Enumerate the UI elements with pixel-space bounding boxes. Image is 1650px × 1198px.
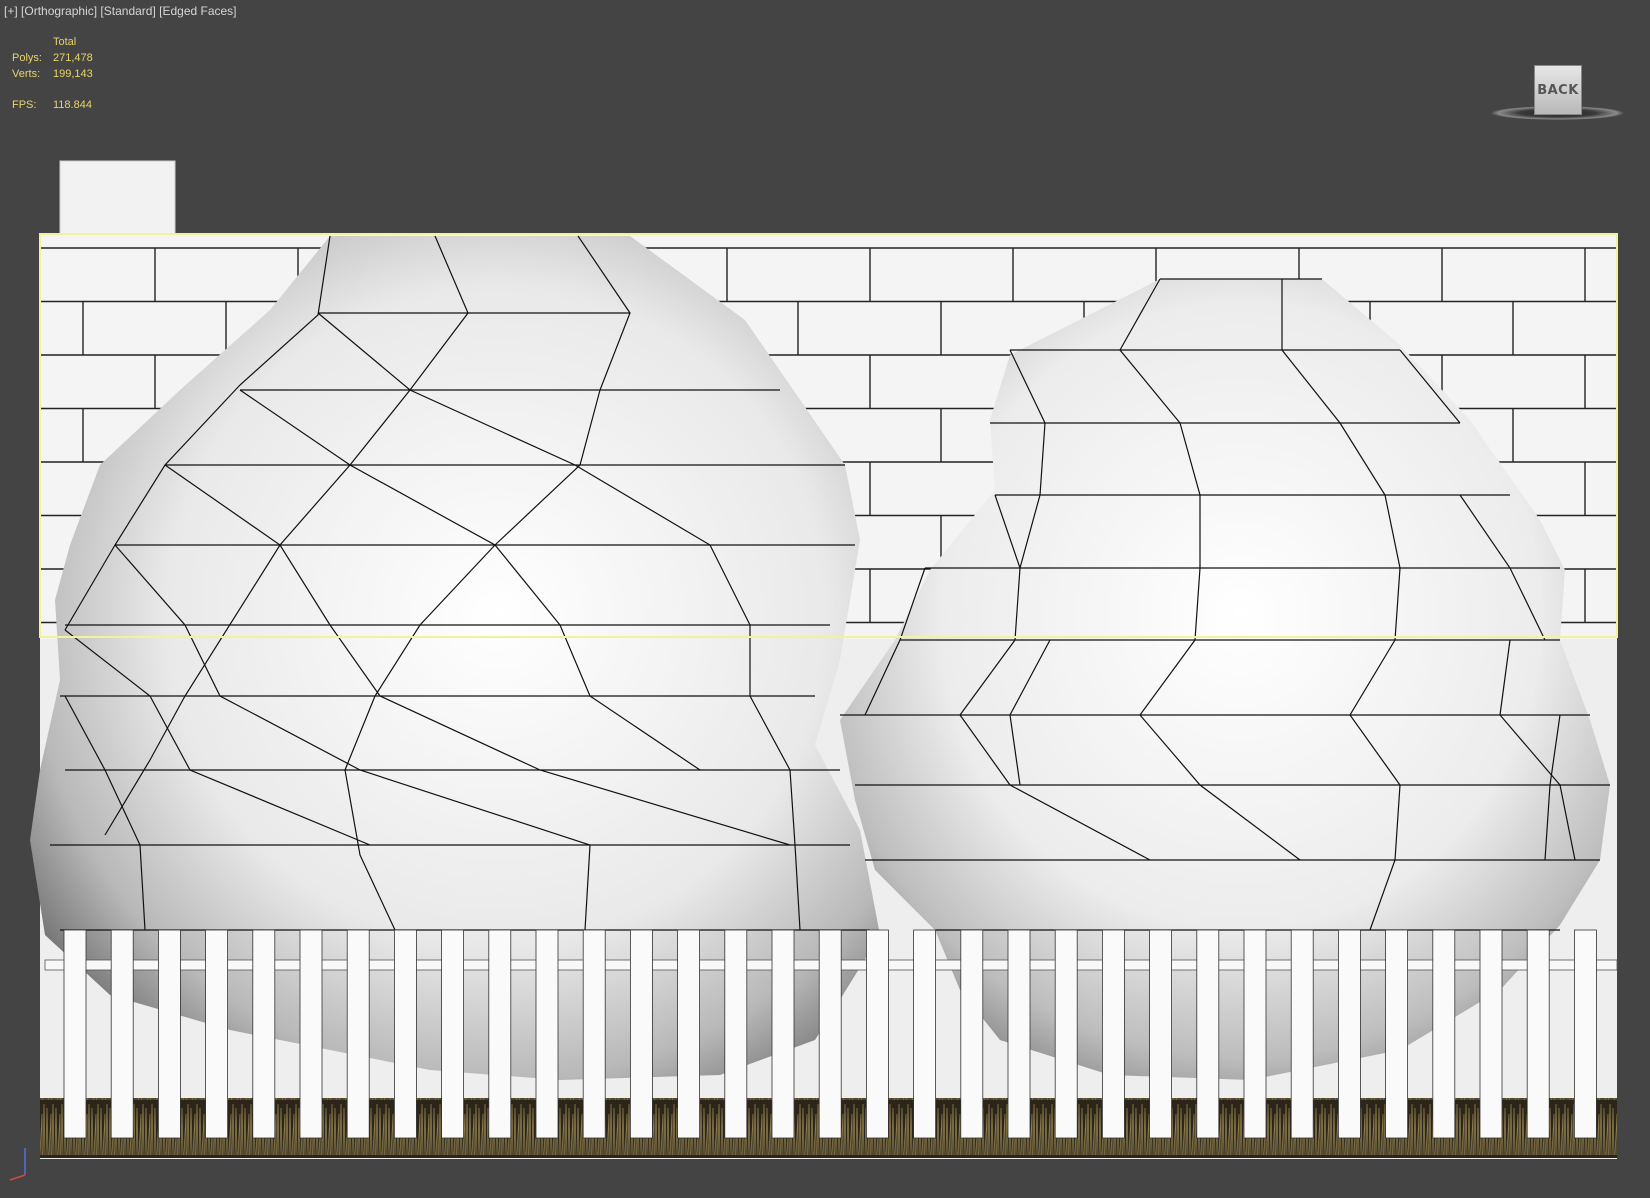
fence-picket [441, 929, 465, 1139]
fence-picket [299, 929, 323, 1139]
viewport-label[interactable]: [+] [Orthographic] [Standard] [Edged Fac… [4, 4, 237, 18]
fps-value: 118.844 [53, 99, 92, 111]
fence-picket [205, 929, 229, 1139]
fence-picket [1102, 929, 1125, 1139]
fence-picket [1196, 929, 1220, 1139]
fence-picket [913, 929, 936, 1139]
fence-picket [252, 929, 276, 1139]
fence-picket [1479, 929, 1503, 1139]
viewcube-back-face[interactable]: BACK [1534, 65, 1582, 115]
viewport-menu-shading[interactable]: [Standard] [100, 4, 155, 18]
fence-picket [677, 929, 700, 1139]
fps-label: FPS: [12, 99, 37, 111]
fence-picket [1526, 929, 1550, 1139]
fence-picket [110, 929, 134, 1139]
fence-picket [1432, 929, 1456, 1139]
fence-picket [1385, 929, 1408, 1139]
viewport[interactable]: [+] [Orthographic] [Standard] [Edged Fac… [0, 0, 1650, 1198]
fence-picket [818, 929, 842, 1139]
fence-picket [866, 929, 889, 1139]
fence-picket [630, 929, 653, 1139]
viewport-menu-display[interactable]: [Edged Faces] [159, 4, 236, 18]
polys-value: 271,478 [53, 52, 93, 64]
fence-picket [724, 929, 748, 1139]
fence-picket [1290, 929, 1314, 1139]
fence-picket [63, 929, 87, 1139]
verts-value: 199,143 [53, 68, 93, 80]
polys-label: Polys: [12, 52, 42, 64]
scene-render[interactable] [0, 0, 1650, 1198]
fence-picket [488, 929, 512, 1139]
fence-picket [535, 929, 559, 1139]
fence-picket [393, 929, 417, 1139]
axis-gizmo [9, 1148, 26, 1181]
fence-picket [960, 929, 984, 1139]
fence-picket [1243, 929, 1267, 1139]
viewport-menu-view[interactable]: [Orthographic] [21, 4, 97, 18]
fence-picket [1338, 929, 1361, 1139]
statistics-overlay: Total Polys: 271,478 Verts: 199,143 FPS:… [12, 34, 93, 113]
viewport-menu-plus[interactable]: [+] [4, 4, 18, 18]
viewcube[interactable]: BACK [1490, 62, 1625, 127]
verts-label: Verts: [12, 68, 41, 80]
fence-picket [1149, 929, 1172, 1139]
fence-picket [1574, 929, 1597, 1139]
fence-picket [346, 929, 370, 1139]
fence-picket [582, 929, 606, 1139]
fence-picket [1007, 929, 1031, 1139]
fence-picket [1054, 929, 1078, 1139]
fence-picket [771, 929, 795, 1139]
stats-header: Total [53, 36, 77, 48]
fence-picket [157, 929, 181, 1139]
